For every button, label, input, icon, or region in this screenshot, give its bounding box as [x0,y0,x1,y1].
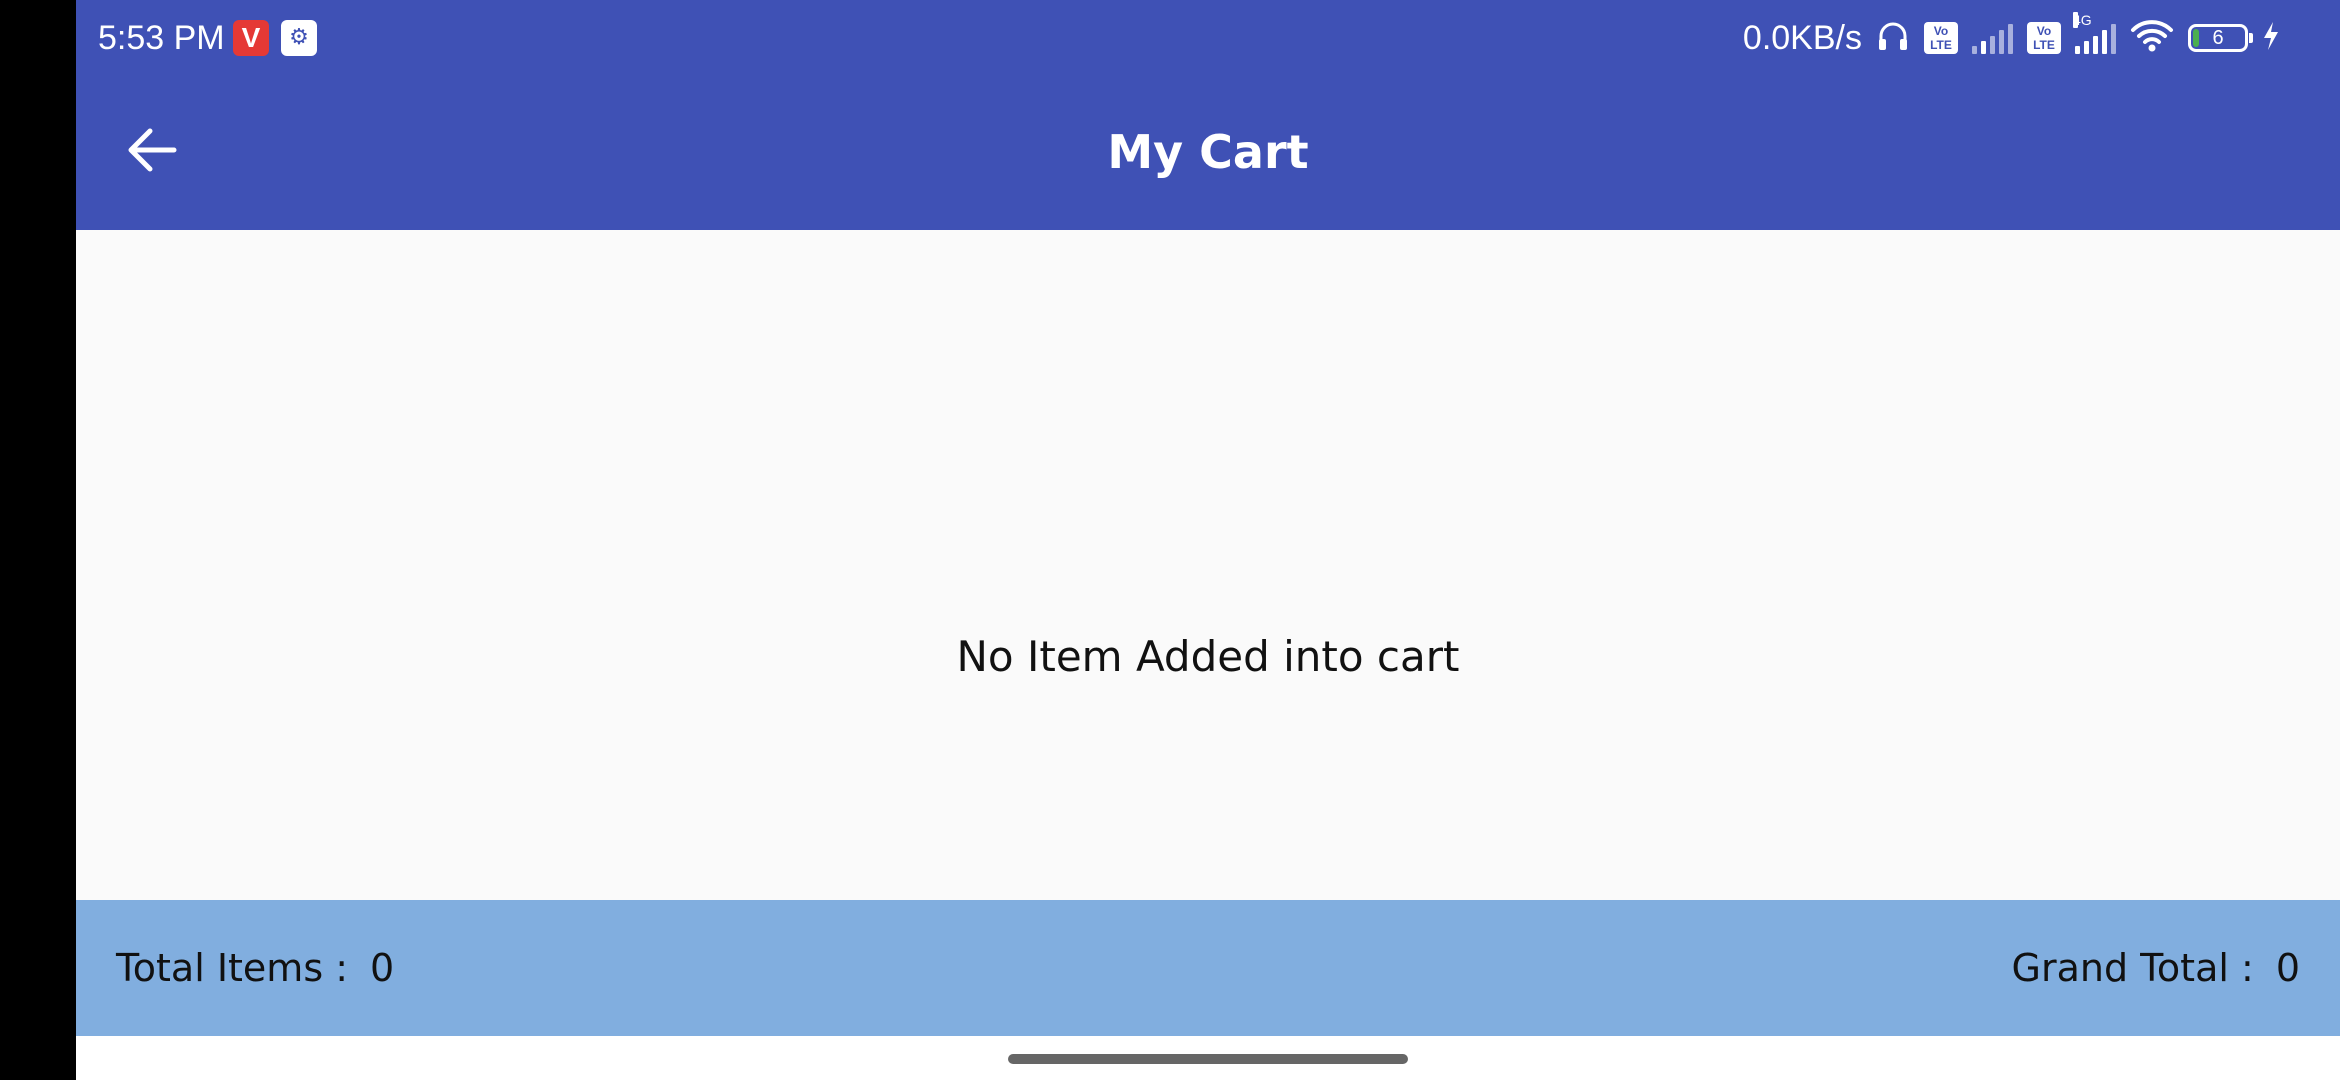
signal-icon [1972,22,2013,54]
net-type: 4G [2073,12,2092,28]
total-items-label: Total Items : [116,946,349,990]
grand-total-value: 0 [2275,946,2300,990]
grand-total: Grand Total : 0 [2012,940,2300,996]
navigation-bar [76,1036,2340,1080]
grand-total-label: Grand Total : [2011,946,2254,990]
page-title: My Cart [1107,125,1309,179]
cart-content: No Item Added into cart [76,230,2340,900]
app-bar: My Cart [76,76,2340,230]
total-items: Total Items : 0 [116,940,394,996]
total-items-value: 0 [370,946,395,990]
volte-icon-2: Vo LTE [2027,22,2061,54]
home-indicator[interactable] [1008,1054,1408,1064]
battery-icon: 6 [2188,24,2253,52]
battery-level: 6 [2212,27,2224,49]
wifi-icon [2130,19,2174,57]
screen-cutout [0,0,76,1080]
signal-icon-4g: 4G [2073,12,2116,54]
net-speed: 0.0KB/s [1742,19,1862,57]
empty-cart-message: No Item Added into cart [956,632,1460,681]
charging-icon [2262,21,2280,55]
status-time: 5:53 PM [98,19,225,57]
video-app-icon: V [233,20,269,56]
app-screen: 5:53 PM V ⚙ 0.0KB/s Vo LTE Vo LTE 4G 6 M… [76,0,2340,1080]
cart-summary-footer: Total Items : 0 Grand Total : 0 [76,900,2340,1036]
status-icons: 0.0KB/s Vo LTE Vo LTE 4G 6 [1742,12,2280,62]
headphones-icon [1876,19,1910,57]
status-bar: 5:53 PM V ⚙ 0.0KB/s Vo LTE Vo LTE 4G 6 [76,0,2340,76]
settings-notification-icon: ⚙ [281,20,317,56]
volte-icon: Vo LTE [1924,22,1958,54]
